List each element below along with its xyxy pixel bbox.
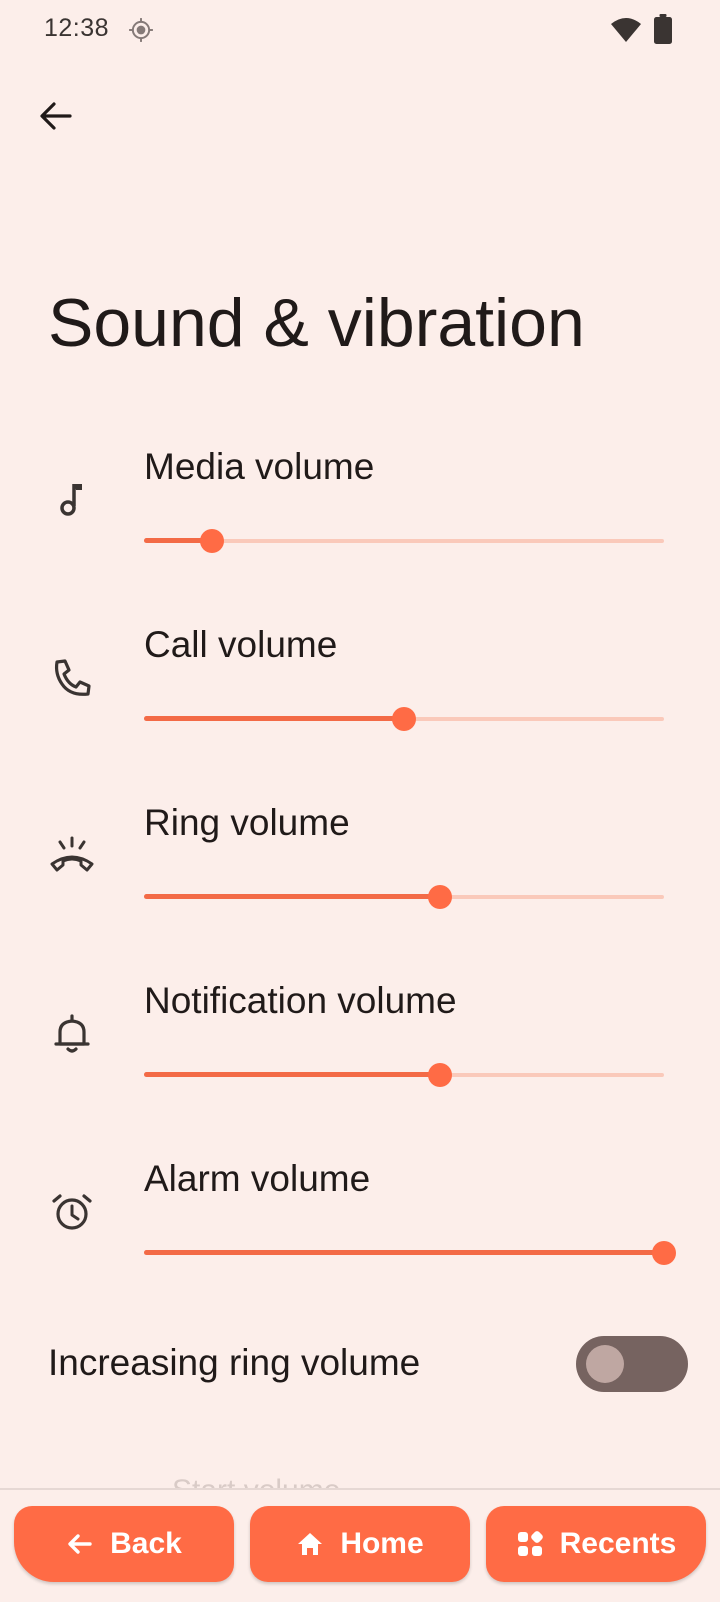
alarm-volume-slider[interactable] — [144, 1238, 676, 1268]
home-button-label: Home — [340, 1527, 424, 1560]
phone-icon — [54, 659, 91, 696]
call-volume-label: Call volume — [144, 624, 338, 665]
page-title: Sound & vibration — [48, 285, 585, 361]
call-volume-row: Call volume — [0, 624, 720, 774]
slider-fill — [144, 716, 404, 721]
call-volume-slider[interactable] — [144, 704, 664, 734]
recents-grid-icon — [517, 1531, 543, 1556]
slider-thumb[interactable] — [652, 1241, 676, 1265]
toggle-knob — [586, 1345, 624, 1383]
battery-icon — [654, 14, 672, 44]
slider-fill — [144, 1250, 664, 1255]
ring-volume-label: Ring volume — [144, 802, 350, 843]
slider-fill — [144, 1072, 440, 1077]
music-note-icon — [60, 484, 82, 516]
increasing-ring-volume-toggle[interactable] — [576, 1336, 688, 1392]
recents-button-label: Recents — [559, 1527, 677, 1560]
slider-fill — [144, 894, 440, 899]
bell-icon — [54, 1014, 90, 1053]
ringing-phone-icon — [50, 836, 94, 872]
recents-button[interactable]: Recents — [486, 1506, 706, 1582]
ring-volume-slider[interactable] — [144, 882, 664, 912]
ring-volume-row: Ring volume — [0, 802, 720, 952]
back-button-label: Back — [110, 1527, 182, 1560]
back-button[interactable]: Back — [14, 1506, 234, 1582]
slider-thumb[interactable] — [428, 1063, 452, 1087]
notification-volume-slider[interactable] — [144, 1060, 664, 1090]
status-time: 12:38 — [44, 14, 110, 42]
increasing-ring-volume-label: Increasing ring volume — [48, 1342, 421, 1383]
media-volume-row: Media volume — [0, 446, 720, 596]
navigation-bar: Back Home Recents — [0, 1488, 720, 1602]
slider-thumb[interactable] — [428, 885, 452, 909]
slider-thumb[interactable] — [392, 707, 416, 731]
slider-thumb[interactable] — [200, 529, 224, 553]
media-volume-label: Media volume — [144, 446, 375, 487]
location-icon — [129, 18, 153, 42]
arrow-back-icon[interactable] — [34, 94, 78, 138]
increasing-ring-volume-row[interactable]: Increasing ring volume — [0, 1326, 720, 1406]
notification-volume-row: Notification volume — [0, 980, 720, 1130]
status-bar: 12:38 — [0, 0, 720, 64]
wifi-icon — [611, 18, 641, 42]
media-volume-slider[interactable] — [144, 526, 664, 556]
home-button[interactable]: Home — [250, 1506, 470, 1582]
alarm-volume-row: Alarm volume — [0, 1158, 720, 1308]
notification-volume-label: Notification volume — [144, 980, 457, 1021]
arrow-back-icon — [68, 1534, 92, 1554]
alarm-volume-label: Alarm volume — [144, 1158, 371, 1199]
alarm-clock-icon — [52, 1194, 92, 1230]
home-icon — [298, 1533, 323, 1555]
